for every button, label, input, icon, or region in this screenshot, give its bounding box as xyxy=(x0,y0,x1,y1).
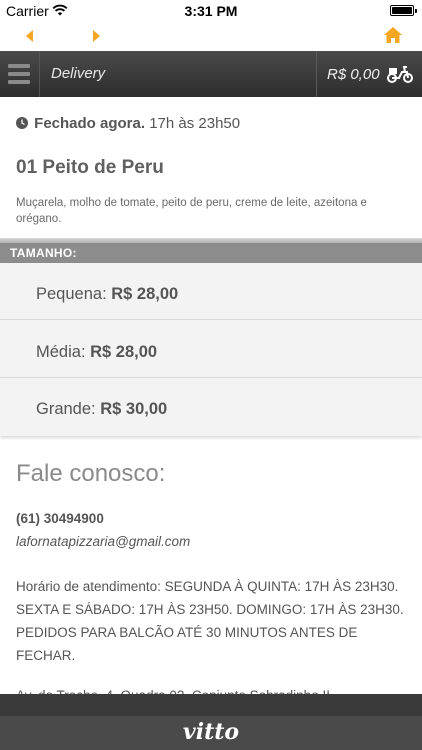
store-hours: 17h às 23h50 xyxy=(149,115,241,132)
battery-icon xyxy=(390,5,417,16)
brand-logo[interactable]: vitto xyxy=(0,719,422,745)
size-label: Pequena: xyxy=(36,285,107,303)
size-section-label: TAMANHO: xyxy=(10,246,77,260)
status-bar: Carrier 3:31 PM xyxy=(0,0,422,22)
hamburger-menu-icon xyxy=(8,64,30,68)
scooter-icon xyxy=(387,66,413,83)
hamburger-menu-icon-bar xyxy=(8,72,30,76)
cart-button[interactable]: R$ 0,00 xyxy=(316,51,422,97)
back-arrow-icon[interactable] xyxy=(20,26,40,46)
footer-shade xyxy=(0,694,422,716)
browser-nav-bar xyxy=(0,22,422,50)
contact-phone[interactable]: (61) 30494900 xyxy=(16,511,104,526)
size-price: R$ 28,00 xyxy=(90,343,158,361)
forward-arrow-icon[interactable] xyxy=(86,26,106,46)
size-label: Grande: xyxy=(36,400,96,418)
size-option-text: Grande: R$ 30,00 xyxy=(36,400,167,419)
store-status-closed: Fechado agora. xyxy=(34,115,146,132)
app-header: Delivery R$ 0,00 xyxy=(0,51,422,97)
size-option-media[interactable]: Média: R$ 28,00 xyxy=(0,321,422,378)
page-title: Delivery xyxy=(51,65,106,82)
store-status: Fechado agora. 17h às 23h50 xyxy=(16,115,240,132)
size-section-header: TAMANHO: xyxy=(0,243,422,263)
contact-email[interactable]: lafornatapizzaria@gmail.com xyxy=(16,534,190,549)
size-label: Média: xyxy=(36,343,86,361)
size-options-list: Pequena: R$ 28,00 Média: R$ 28,00 Grande… xyxy=(0,263,422,436)
cart-total: R$ 0,00 xyxy=(327,66,380,83)
product-description: Muçarela, molho de tomate, peito de peru… xyxy=(16,197,367,225)
home-icon[interactable] xyxy=(382,24,404,46)
size-option-pequena[interactable]: Pequena: R$ 28,00 xyxy=(0,263,422,320)
size-price: R$ 28,00 xyxy=(111,285,179,303)
clock-icon xyxy=(16,117,28,129)
size-option-text: Média: R$ 28,00 xyxy=(36,343,157,362)
size-option-grande[interactable]: Grande: R$ 30,00 xyxy=(0,378,422,435)
hamburger-menu-button[interactable] xyxy=(0,51,40,97)
footer: vitto xyxy=(0,694,422,750)
contact-title: Fale conosco: xyxy=(16,460,166,487)
size-price: R$ 30,00 xyxy=(100,400,168,418)
hamburger-menu-icon-bar xyxy=(8,80,30,84)
footer-brand-bar: vitto xyxy=(0,716,422,750)
contact-hours: Horário de atendimento: SEGUNDA À QUINTA… xyxy=(16,579,404,663)
product-name: 01 Peito de Peru xyxy=(16,157,164,178)
size-option-text: Pequena: R$ 28,00 xyxy=(36,285,178,304)
clock-time: 3:31 PM xyxy=(184,3,238,19)
